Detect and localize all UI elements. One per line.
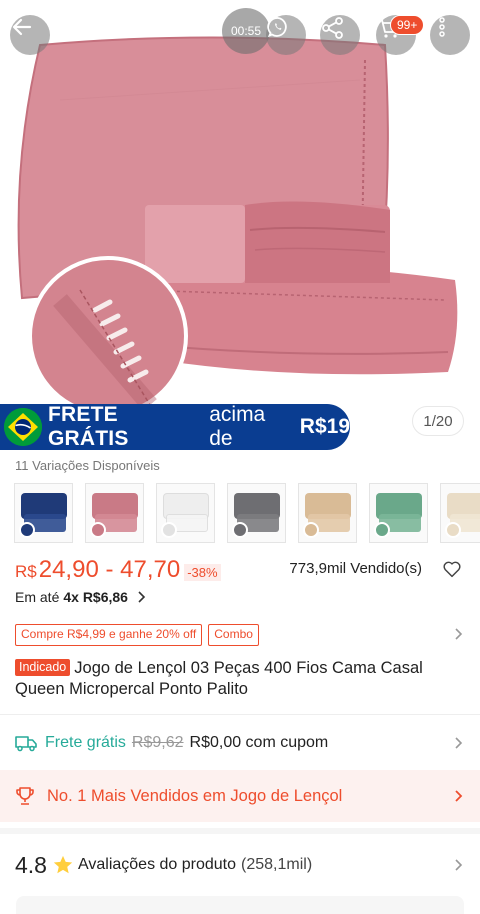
- shipping-row[interactable]: Frete grátis R$9,62 R$0,00 com cupom: [0, 718, 480, 768]
- variation-thumb[interactable]: [298, 483, 357, 543]
- section-divider: [0, 828, 480, 834]
- promo-tags[interactable]: Compre R$4,99 e ganhe 20% off Combo: [15, 624, 465, 646]
- whatsapp-icon: [267, 17, 287, 38]
- top-action-bar: 00:55 99+: [0, 0, 480, 72]
- variation-thumbnails: [14, 483, 480, 545]
- shipping-old-price: R$9,62: [131, 734, 184, 751]
- variation-thumb[interactable]: [14, 483, 73, 543]
- share-icon: [322, 17, 343, 39]
- banner-text: acima de: [209, 403, 266, 450]
- installment-prefix: Em até: [15, 589, 60, 605]
- price-currency: R$: [15, 562, 37, 581]
- trophy-icon: [16, 787, 34, 805]
- star-icon: [53, 855, 73, 874]
- chevron-right-icon: [455, 790, 463, 802]
- variation-thumb[interactable]: [440, 483, 480, 543]
- indicado-badge: Indicado: [15, 659, 71, 676]
- rating-count: (258,1mil): [241, 856, 313, 873]
- whatsapp-button[interactable]: [266, 15, 306, 55]
- product-image[interactable]: 00:55 99+: [0, 0, 480, 450]
- variation-thumb[interactable]: [227, 483, 286, 543]
- variation-thumb[interactable]: [85, 483, 144, 543]
- installment-info[interactable]: Em até 4x R$6,86: [15, 589, 149, 605]
- heart-icon[interactable]: [441, 558, 463, 580]
- rating-label: Avaliações do produto: [77, 856, 237, 873]
- installment-value: 4x R$6,86: [63, 589, 128, 605]
- chevron-right-icon: [455, 737, 463, 749]
- back-button[interactable]: [10, 15, 50, 55]
- promo-tag-discount[interactable]: Compre R$4,99 e ganhe 20% off: [15, 624, 203, 646]
- cart-count-badge: 99+: [390, 15, 425, 35]
- review-preview-card: [16, 896, 464, 914]
- shipping-label: Frete grátis: [45, 734, 126, 751]
- promo-tag-combo[interactable]: Combo: [208, 624, 259, 646]
- chevron-right-icon: [138, 591, 146, 603]
- share-button[interactable]: [320, 15, 360, 55]
- truck-icon: [15, 736, 37, 752]
- discount-badge: -38%: [184, 564, 221, 581]
- more-vertical-icon: [439, 17, 445, 37]
- best-seller-text: No. 1 Mais Vendidos em Jogo de Lençol: [47, 786, 343, 805]
- more-button[interactable]: [430, 15, 470, 55]
- video-timer: 00:55: [222, 8, 270, 54]
- best-seller-row[interactable]: No. 1 Mais Vendidos em Jogo de Lençol: [0, 770, 480, 822]
- product-title: Indicado Jogo de Lençol 03 Peças 400 Fios…: [15, 658, 460, 700]
- image-counter: 1/20: [412, 406, 464, 436]
- banner-strong-text: FRETE GRÁTIS: [48, 403, 129, 450]
- brazil-flag-icon: [4, 408, 42, 446]
- back-arrow-icon: [12, 18, 32, 36]
- variation-thumb[interactable]: [156, 483, 215, 543]
- shipping-new-price: R$0,00 com cupom: [189, 734, 329, 751]
- product-title-text: Jogo de Lençol 03 Peças 400 Fios Cama Ca…: [15, 659, 423, 698]
- rating-score: 4.8: [15, 851, 47, 878]
- free-shipping-banner: FRETE GRÁTIS acima de R$19: [0, 403, 350, 450]
- sold-count: 773,9mil Vendido(s): [289, 560, 422, 577]
- price-range: 24,90 - 47,70: [38, 556, 181, 583]
- divider: [0, 714, 480, 715]
- variations-label: 11 Variações Disponíveis: [15, 458, 160, 473]
- variation-thumb[interactable]: [369, 483, 428, 543]
- price-row: R$ 24,90 - 47,70 -38% 773,9mil Vendido(s…: [15, 556, 465, 586]
- rating-row[interactable]: 4.8 Avaliações do produto (258,1mil): [0, 838, 480, 892]
- chevron-right-icon: [455, 859, 463, 871]
- banner-price: R$19: [299, 415, 350, 438]
- chevron-right-icon[interactable]: [450, 626, 466, 642]
